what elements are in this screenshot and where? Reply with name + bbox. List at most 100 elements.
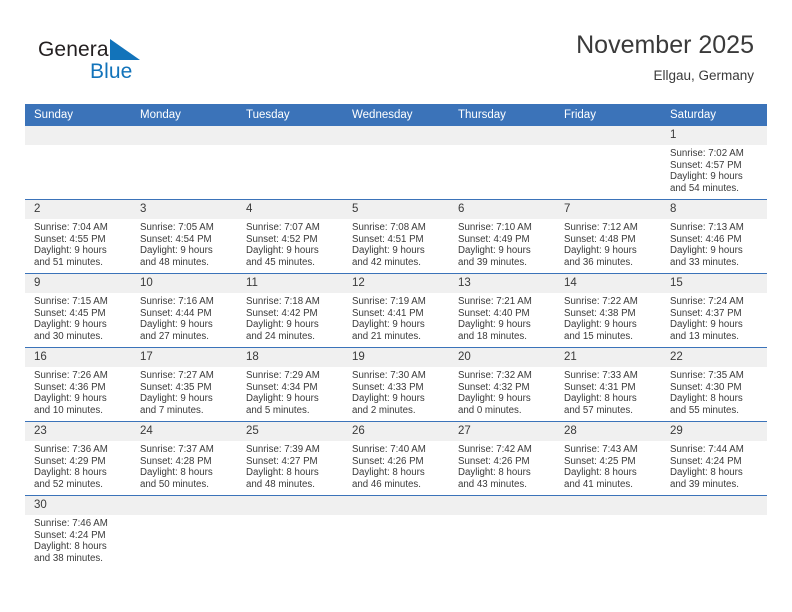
day-sun-info: Sunrise: 7:43 AM Sunset: 4:25 PM Daylight:… (555, 441, 661, 490)
day-info-line: Daylight: 9 hours (246, 393, 319, 405)
day-cell-inner: 14 Sunrise: 7:22 AM Sunset: 4:38 PM Dayligh… (555, 274, 661, 347)
calendar-day-cell[interactable]: 9 Sunrise: 7:15 AM Sunset: 4:45 PM Daylight… (25, 273, 131, 348)
calendar-day-cell[interactable]: 13 Sunrise: 7:21 AM Sunset: 4:40 PM Dayligh… (449, 273, 555, 348)
day-info-line: and 52 minutes. (34, 478, 103, 490)
calendar-day-cell[interactable]: 11 Sunrise: 7:18 AM Sunset: 4:42 PM Dayligh… (237, 273, 343, 348)
day-info-line: Sunrise: 7:32 AM (458, 370, 532, 381)
day-info-line: Sunset: 4:55 PM (34, 233, 106, 245)
day-sun-info: Sunrise: 7:12 AM Sunset: 4:48 PM Daylight:… (555, 219, 661, 268)
day-number: 23 (25, 422, 131, 441)
day-info-line: and 10 minutes. (34, 404, 103, 416)
calendar-day-cell[interactable]: 29 Sunrise: 7:44 AM Sunset: 4:24 PM Dayligh… (661, 421, 767, 496)
weekday-header-sunday: Sunday (25, 104, 131, 126)
day-info-line: and 57 minutes. (564, 404, 633, 416)
calendar-day-cell[interactable]: 2 Sunrise: 7:04 AM Sunset: 4:55 PM Daylight… (25, 199, 131, 274)
calendar-day-cell[interactable]: 12 Sunrise: 7:19 AM Sunset: 4:41 PM Dayligh… (343, 273, 449, 348)
weekday-header-wednesday: Wednesday (343, 104, 449, 126)
day-cell-inner: 7 Sunrise: 7:12 AM Sunset: 4:48 PM Daylight… (555, 200, 661, 273)
calendar-day-cell[interactable]: 24 Sunrise: 7:37 AM Sunset: 4:28 PM Dayligh… (131, 421, 237, 496)
day-cell-inner (237, 126, 343, 199)
general-blue-logo[interactable]: General Blue (38, 38, 228, 88)
day-number: 18 (237, 348, 343, 367)
day-info-line: and 48 minutes. (246, 478, 315, 490)
day-info-line: Daylight: 8 hours (34, 541, 107, 553)
day-info-line: Sunrise: 7:12 AM (564, 222, 638, 233)
day-cell-inner: 11 Sunrise: 7:18 AM Sunset: 4:42 PM Dayligh… (237, 274, 343, 347)
calendar-day-cell[interactable]: 3 Sunrise: 7:05 AM Sunset: 4:54 PM Daylight… (131, 199, 237, 274)
calendar-day-cell[interactable]: 17 Sunrise: 7:27 AM Sunset: 4:35 PM Dayligh… (131, 347, 237, 422)
day-info-line: Daylight: 9 hours (34, 393, 107, 405)
calendar-day-cell[interactable]: 16 Sunrise: 7:26 AM Sunset: 4:36 PM Dayligh… (25, 347, 131, 422)
calendar-day-cell[interactable]: 27 Sunrise: 7:42 AM Sunset: 4:26 PM Dayligh… (449, 421, 555, 496)
calendar-day-cell[interactable]: 22 Sunrise: 7:35 AM Sunset: 4:30 PM Dayligh… (661, 347, 767, 422)
calendar-day-cell[interactable]: 5 Sunrise: 7:08 AM Sunset: 4:51 PM Daylight… (343, 199, 449, 274)
day-number: 28 (555, 422, 661, 441)
calendar-day-cell[interactable]: 6 Sunrise: 7:10 AM Sunset: 4:49 PM Daylight… (449, 199, 555, 274)
day-info-line: Sunrise: 7:04 AM (34, 222, 108, 233)
calendar-day-cell[interactable]: 30 Sunrise: 7:46 AM Sunset: 4:24 PM Dayligh… (25, 495, 131, 574)
calendar-day-cell[interactable]: 18 Sunrise: 7:29 AM Sunset: 4:34 PM Dayligh… (237, 347, 343, 422)
calendar-day-cell[interactable]: 1 Sunrise: 7:02 AM Sunset: 4:57 PM Daylight… (661, 126, 767, 200)
day-cell-inner (661, 496, 767, 574)
day-number: 10 (131, 274, 237, 293)
weekday-header-saturday: Saturday (661, 104, 767, 126)
calendar-day-cell[interactable]: 20 Sunrise: 7:32 AM Sunset: 4:32 PM Dayligh… (449, 347, 555, 422)
calendar-week-row: 23 Sunrise: 7:36 AM Sunset: 4:29 PM Dayligh… (25, 421, 767, 496)
day-cell-inner: 4 Sunrise: 7:07 AM Sunset: 4:52 PM Daylight… (237, 200, 343, 273)
day-cell-inner (343, 126, 449, 199)
day-info-line: Sunset: 4:35 PM (140, 381, 212, 393)
day-sun-info: Sunrise: 7:37 AM Sunset: 4:28 PM Daylight:… (131, 441, 237, 490)
day-number: 25 (237, 422, 343, 441)
day-info-line: Sunset: 4:54 PM (140, 233, 212, 245)
day-info-line: and 2 minutes. (352, 404, 416, 416)
calendar-day-cell[interactable]: 26 Sunrise: 7:40 AM Sunset: 4:26 PM Dayligh… (343, 421, 449, 496)
day-info-line: Daylight: 8 hours (458, 467, 531, 479)
day-number (555, 496, 661, 515)
calendar-day-cell[interactable]: 14 Sunrise: 7:22 AM Sunset: 4:38 PM Dayligh… (555, 273, 661, 348)
day-sun-info: Sunrise: 7:33 AM Sunset: 4:31 PM Daylight:… (555, 367, 661, 416)
calendar-body: 1 Sunrise: 7:02 AM Sunset: 4:57 PM Daylight… (25, 126, 767, 574)
calendar-day-cell[interactable]: 21 Sunrise: 7:33 AM Sunset: 4:31 PM Dayligh… (555, 347, 661, 422)
day-info-line: Sunset: 4:38 PM (564, 307, 636, 319)
day-info-line: Daylight: 9 hours (670, 171, 743, 183)
day-info-line: Sunrise: 7:19 AM (352, 296, 426, 307)
calendar-day-cell[interactable]: 8 Sunrise: 7:13 AM Sunset: 4:46 PM Daylight… (661, 199, 767, 274)
calendar-day-cell[interactable]: 23 Sunrise: 7:36 AM Sunset: 4:29 PM Dayligh… (25, 421, 131, 496)
day-info-line: and 0 minutes. (458, 404, 522, 416)
day-cell-inner: 15 Sunrise: 7:24 AM Sunset: 4:37 PM Dayligh… (661, 274, 767, 347)
day-sun-info: Sunrise: 7:10 AM Sunset: 4:49 PM Daylight:… (449, 219, 555, 268)
day-info-line: Daylight: 9 hours (140, 319, 213, 331)
calendar-empty-cell (555, 126, 661, 200)
day-info-line: and 51 minutes. (34, 256, 103, 268)
calendar-day-cell[interactable]: 7 Sunrise: 7:12 AM Sunset: 4:48 PM Daylight… (555, 199, 661, 274)
day-info-line: and 7 minutes. (140, 404, 204, 416)
calendar-empty-cell (343, 495, 449, 574)
day-info-line: Sunrise: 7:22 AM (564, 296, 638, 307)
day-info-line: Sunrise: 7:37 AM (140, 444, 214, 455)
day-number: 3 (131, 200, 237, 219)
calendar-day-cell[interactable]: 25 Sunrise: 7:39 AM Sunset: 4:27 PM Dayligh… (237, 421, 343, 496)
calendar-day-cell[interactable]: 4 Sunrise: 7:07 AM Sunset: 4:52 PM Daylight… (237, 199, 343, 274)
day-info-line: Daylight: 8 hours (670, 467, 743, 479)
calendar-day-cell[interactable]: 10 Sunrise: 7:16 AM Sunset: 4:44 PM Dayligh… (131, 273, 237, 348)
calendar-day-cell[interactable]: 28 Sunrise: 7:43 AM Sunset: 4:25 PM Dayligh… (555, 421, 661, 496)
day-info-line: Daylight: 9 hours (564, 319, 637, 331)
day-info-line: Sunset: 4:51 PM (352, 233, 424, 245)
day-sun-info: Sunrise: 7:36 AM Sunset: 4:29 PM Daylight:… (25, 441, 131, 490)
day-info-line: Sunrise: 7:46 AM (34, 518, 108, 529)
day-number: 8 (661, 200, 767, 219)
day-info-line: Daylight: 9 hours (352, 245, 425, 257)
calendar-header-row: Sunday Monday Tuesday Wednesday Thursday Frid… (25, 104, 767, 126)
day-info-line: Daylight: 9 hours (458, 393, 531, 405)
day-number: 20 (449, 348, 555, 367)
calendar-day-cell[interactable]: 15 Sunrise: 7:24 AM Sunset: 4:37 PM Dayligh… (661, 273, 767, 348)
weekday-header-friday: Friday (555, 104, 661, 126)
calendar-day-cell[interactable]: 19 Sunrise: 7:30 AM Sunset: 4:33 PM Dayligh… (343, 347, 449, 422)
day-info-line: and 55 minutes. (670, 404, 739, 416)
day-info-line: and 41 minutes. (564, 478, 633, 490)
day-number (25, 126, 131, 145)
calendar-empty-cell (555, 495, 661, 574)
day-cell-inner: 30 Sunrise: 7:46 AM Sunset: 4:24 PM Dayligh… (25, 496, 131, 574)
calendar-empty-cell (661, 495, 767, 574)
day-cell-inner: 29 Sunrise: 7:44 AM Sunset: 4:24 PM Dayligh… (661, 422, 767, 495)
